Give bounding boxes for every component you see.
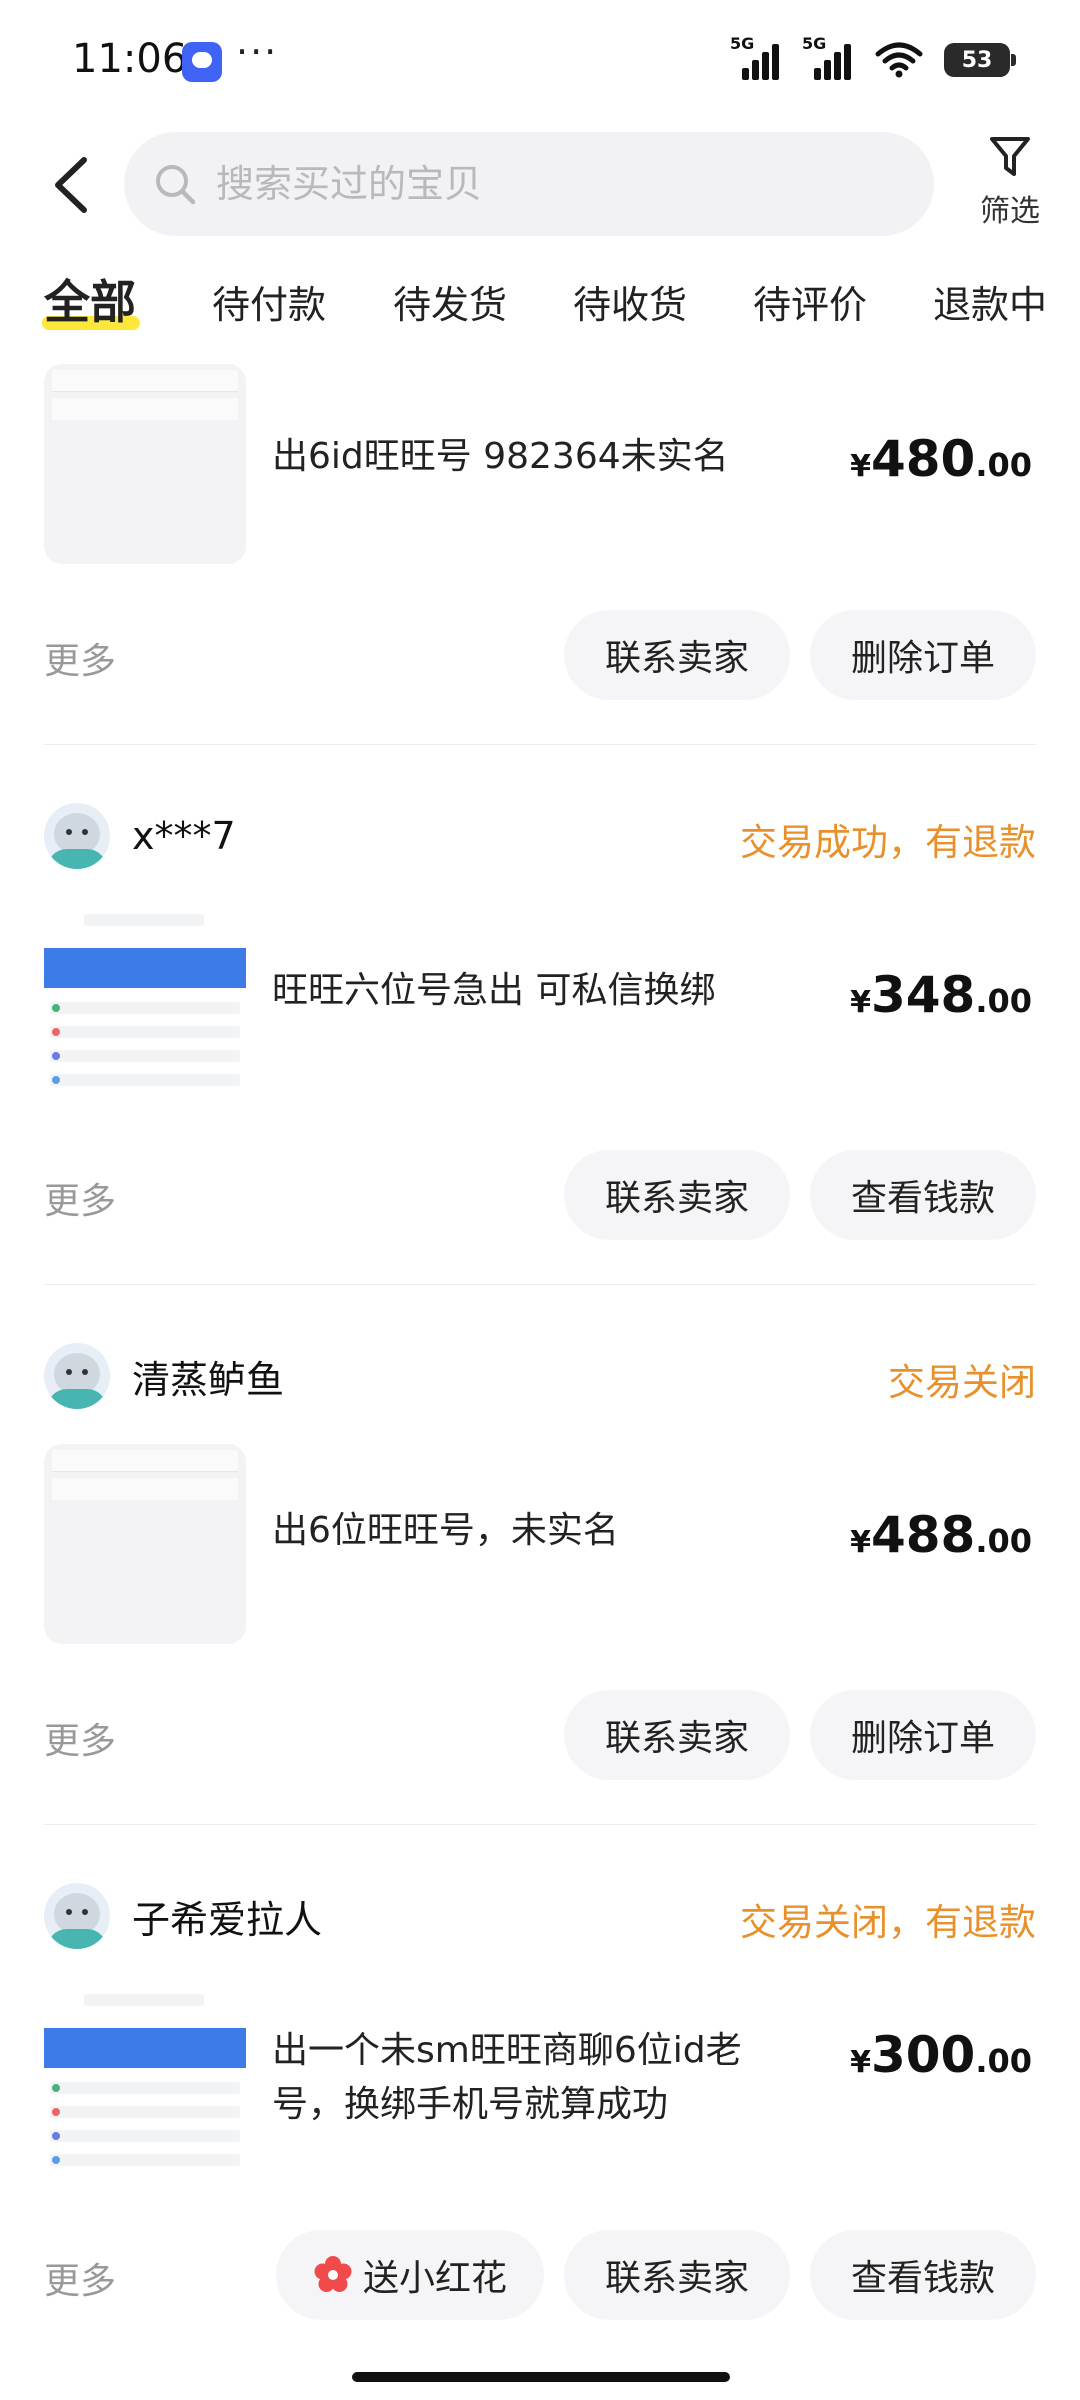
product-price: ¥348.00 [850, 966, 1032, 1024]
order-item[interactable]: 出6位旺旺号，未实名 ¥488.00 [44, 1444, 1036, 1644]
contact-seller-button[interactable]: 联系卖家 [564, 610, 790, 700]
back-button[interactable] [44, 150, 104, 220]
view-payment-button[interactable]: 查看钱款 [810, 2230, 1036, 2320]
shop-header[interactable]: x***7 [44, 800, 236, 872]
order-actions: 更多 联系卖家 删除订单 [44, 1690, 1036, 1780]
product-price: ¥300.00 [850, 2026, 1032, 2084]
product-title: 出一个未sm旺旺商聊6位id老号，换绑手机号就算成功 [272, 2030, 742, 2125]
shop-avatar [44, 1883, 110, 1949]
network-type-label: 5G [730, 34, 755, 53]
view-payment-button[interactable]: 查看钱款 [810, 1150, 1036, 1240]
contact-seller-button[interactable]: 联系卖家 [564, 2230, 790, 2320]
order-item[interactable]: 出一个未sm旺旺商聊6位id老号，换绑手机号就算成功 ¥300.00 [44, 1984, 1036, 2184]
product-thumbnail[interactable] [44, 1984, 246, 2184]
network-type-label: 5G [802, 34, 827, 53]
header: 筛选 [0, 128, 1080, 240]
chevron-left-icon [55, 157, 87, 213]
shop-header[interactable]: 子希爱拉人 [44, 1880, 322, 1952]
filter-label: 筛选 [980, 194, 1040, 229]
order-actions: 更多 联系卖家 删除订单 [44, 610, 1036, 700]
delete-order-button[interactable]: 删除订单 [810, 1690, 1036, 1780]
shop-name: 清蒸鲈鱼 [132, 1357, 285, 1402]
product-title: 出6位旺旺号，未实名 [272, 1510, 619, 1551]
contact-seller-button[interactable]: 联系卖家 [564, 1150, 790, 1240]
delete-order-button[interactable]: 删除订单 [810, 610, 1036, 700]
status-time: 11:06 [72, 36, 188, 82]
product-title: 旺旺六位号急出 可私信换绑 [272, 970, 716, 1011]
shop-avatar [44, 1343, 110, 1409]
tab-label: 全部 [44, 275, 136, 329]
product-price: ¥488.00 [850, 1506, 1032, 1564]
shop-name: x***7 [132, 814, 236, 858]
divider [44, 744, 1036, 745]
search-input[interactable] [216, 162, 896, 206]
shop-avatar [44, 803, 110, 869]
battery-icon: 53 [944, 43, 1016, 77]
contact-seller-button[interactable]: 联系卖家 [564, 1690, 790, 1780]
tab-refunding[interactable]: 退款中 [933, 274, 1047, 329]
divider [44, 1284, 1036, 1285]
order-actions: 更多 送小红花 联系卖家 查看钱款 [44, 2230, 1036, 2320]
search-bar[interactable] [124, 132, 934, 236]
more-button[interactable]: 更多 [44, 2252, 116, 2304]
tab-all[interactable]: 全部 [42, 266, 140, 332]
home-indicator[interactable] [352, 2372, 730, 2382]
product-thumbnail[interactable] [44, 1444, 246, 1644]
order-actions: 更多 联系卖家 查看钱款 [44, 1150, 1036, 1240]
order-status: 交易关闭 [888, 1361, 1036, 1404]
tab-pending-payment[interactable]: 待付款 [212, 274, 326, 329]
divider [44, 1824, 1036, 1825]
filter-button[interactable]: 筛选 [970, 134, 1050, 230]
product-title: 出6id旺旺号 982364未实名 [272, 436, 729, 477]
more-notifications-icon: ··· [236, 30, 279, 74]
order-status: 交易成功，有退款 [740, 821, 1036, 864]
more-button[interactable]: 更多 [44, 1712, 116, 1764]
tab-pending-review[interactable]: 待评价 [753, 274, 867, 329]
order-status: 交易关闭，有退款 [740, 1901, 1036, 1944]
more-button[interactable]: 更多 [44, 632, 116, 684]
order-item[interactable]: 出6id旺旺号 982364未实名 ¥480.00 [44, 364, 1036, 564]
product-price: ¥480.00 [850, 430, 1032, 488]
search-icon [156, 165, 196, 205]
wifi-icon [874, 40, 924, 80]
send-flower-label: 送小红花 [362, 2258, 507, 2299]
filter-icon [990, 137, 1030, 176]
shop-header[interactable]: 清蒸鲈鱼 [44, 1340, 284, 1412]
order-status-tabs: 全部 待付款 待发货 待收货 待评价 退款中 [0, 262, 1080, 342]
flower-icon [313, 2255, 353, 2295]
notification-app-icon [182, 42, 222, 82]
send-flower-button[interactable]: 送小红花 [276, 2230, 544, 2320]
tab-pending-receipt[interactable]: 待收货 [573, 274, 687, 329]
order-item[interactable]: 旺旺六位号急出 可私信换绑 ¥348.00 [44, 904, 1036, 1104]
cellular-signal-icon: 5G [730, 34, 782, 80]
product-thumbnail[interactable] [44, 904, 246, 1104]
cellular-signal-icon: 5G [802, 34, 854, 80]
more-button[interactable]: 更多 [44, 1172, 116, 1224]
product-thumbnail[interactable] [44, 364, 246, 564]
status-bar: 11:06 ··· 5G 5G 53 [0, 0, 1080, 120]
shop-name: 子希爱拉人 [132, 1897, 323, 1942]
tab-pending-shipment[interactable]: 待发货 [393, 274, 507, 329]
